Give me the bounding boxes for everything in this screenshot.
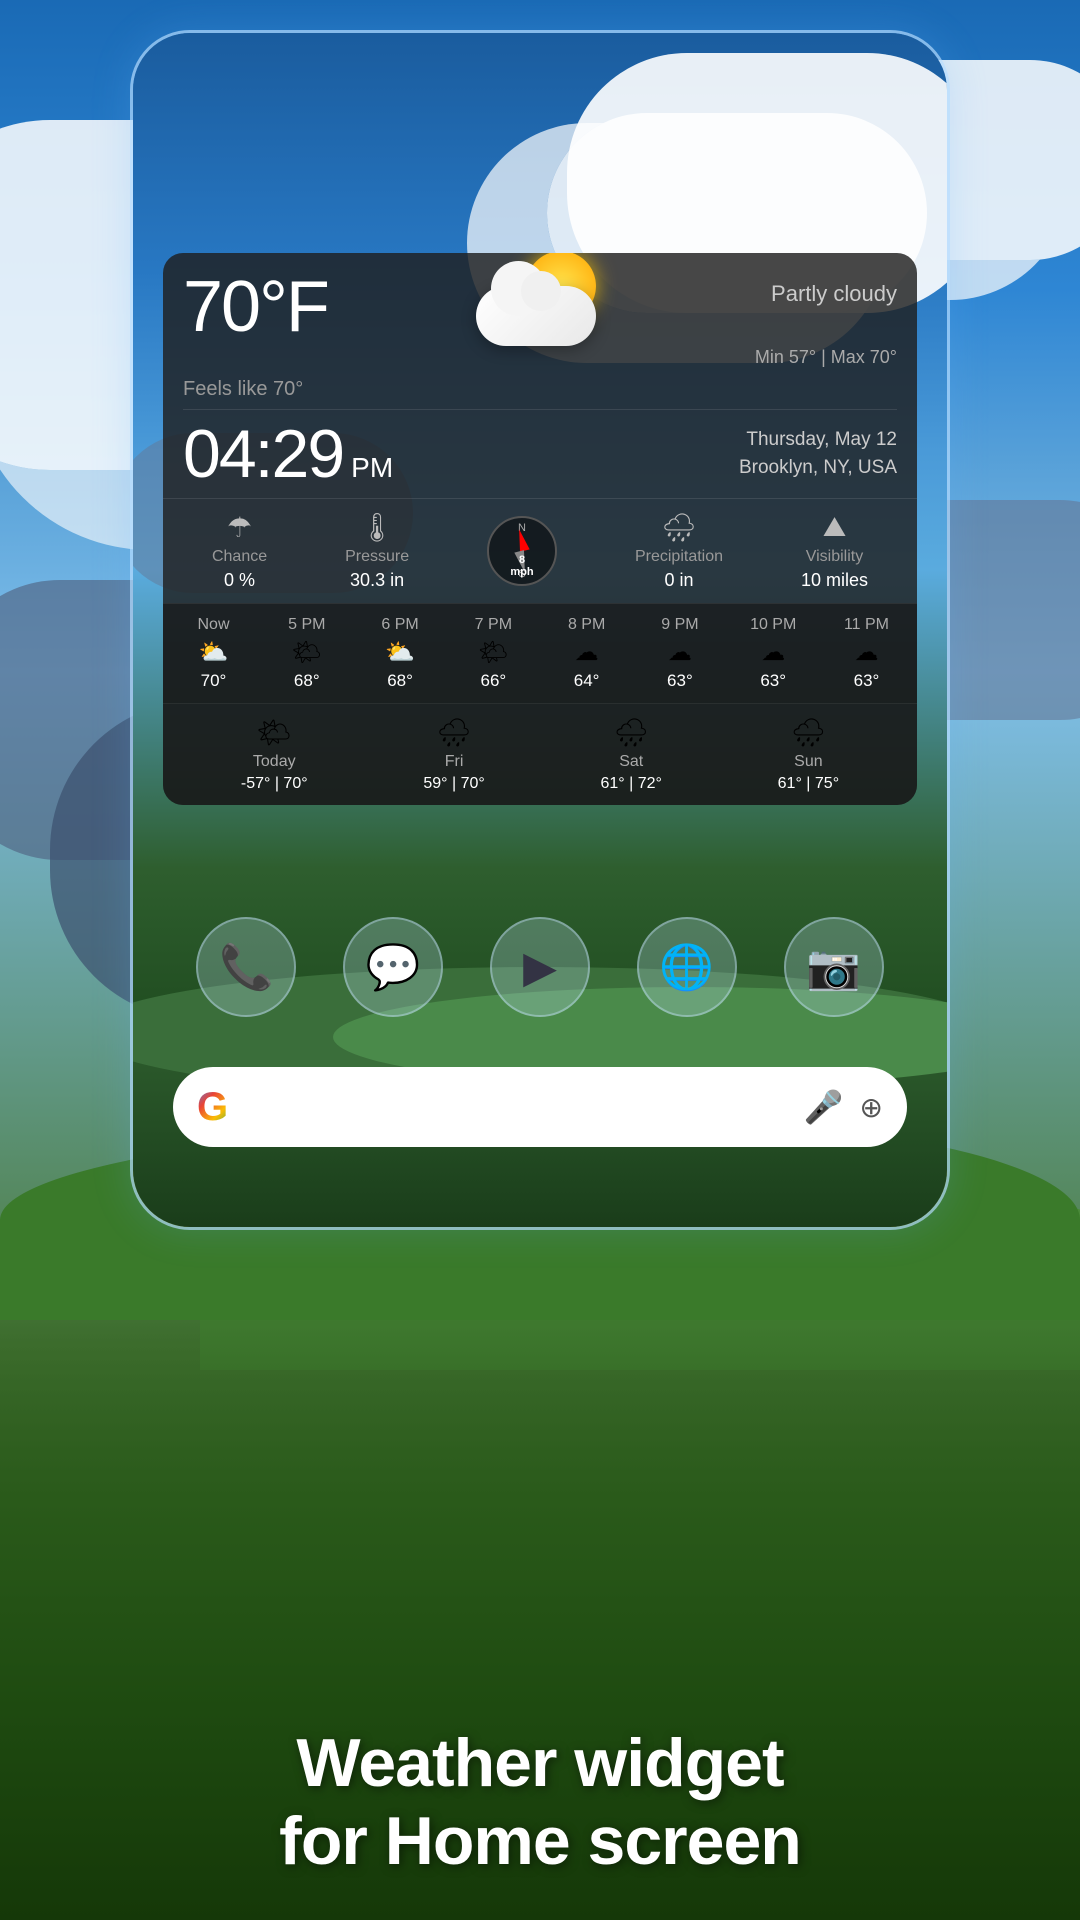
daily-section: 🌤 Today -57° | 70° 🌧 Fri 59° | 70° 🌧 Sat… bbox=[163, 703, 917, 805]
microphone-icon[interactable]: 🎤 bbox=[804, 1088, 844, 1126]
daily-item: 🌧 Fri 59° | 70° bbox=[423, 716, 484, 793]
google-search-bar[interactable]: G 🎤 ⊕ bbox=[173, 1067, 907, 1147]
hourly-item: 10 PM ☁ 63° bbox=[731, 616, 816, 691]
date-text: Thursday, May 12 bbox=[413, 426, 897, 455]
precip-value: 0 in bbox=[664, 570, 693, 591]
weather-widget[interactable]: 70°F Partly cloudy Min 57° | Max 70° Fee… bbox=[163, 253, 917, 805]
google-logo: G bbox=[197, 1085, 228, 1130]
hourly-section: Now ⛅ 70° 5 PM 🌤 68° 6 PM ⛅ 68° 7 PM 🌤 6… bbox=[163, 603, 917, 703]
lens-icon[interactable]: ⊕ bbox=[860, 1091, 883, 1124]
feels-like-text: Feels like 70° bbox=[183, 378, 303, 400]
search-right-icons: 🎤 ⊕ bbox=[804, 1088, 883, 1126]
app-dock: 📞 💬 ▶ 🌐 📷 bbox=[173, 917, 907, 1017]
pressure-value: 30.3 in bbox=[350, 570, 404, 591]
location-info: Thursday, May 12 Brooklyn, NY, USA bbox=[413, 426, 897, 483]
hourly-item: 11 PM ☁ 63° bbox=[824, 616, 909, 691]
bottom-caption: Weather widget for Home screen bbox=[0, 1724, 1080, 1880]
dock-app-phone[interactable]: 📞 bbox=[196, 917, 296, 1017]
hourly-item: Now ⛅ 70° bbox=[171, 616, 256, 691]
chance-icon: ☂ bbox=[227, 511, 252, 544]
daily-row: 🌤 Today -57° | 70° 🌧 Fri 59° | 70° 🌧 Sat… bbox=[183, 716, 897, 793]
phone-screen-content: 70°F Partly cloudy Min 57° | Max 70° Fee… bbox=[133, 33, 947, 1227]
min-max-temp: Min 57° | Max 70° bbox=[755, 347, 897, 368]
dock-app-play-store[interactable]: ▶ bbox=[490, 917, 590, 1017]
time-display: 04:29 PM bbox=[183, 420, 393, 488]
compass-widget: N S 8 mph bbox=[487, 516, 557, 586]
dock-app-camera[interactable]: 📷 bbox=[784, 917, 884, 1017]
location-text: Brooklyn, NY, USA bbox=[413, 454, 897, 483]
needle-north bbox=[514, 528, 529, 552]
wind-speed-compass: 8 mph bbox=[510, 554, 533, 578]
stats-row: ☂ Chance 0 % 🌡 Pressure 30.3 in N S bbox=[163, 498, 917, 603]
stat-wind: N S 8 mph bbox=[487, 516, 557, 586]
daily-item: 🌧 Sun 61° | 75° bbox=[778, 716, 839, 793]
feels-like-row: Feels like 70° bbox=[163, 378, 917, 409]
stat-chance: ☂ Chance 0 % bbox=[212, 511, 267, 591]
time-text: 04:29 bbox=[183, 420, 343, 488]
hourly-row: Now ⛅ 70° 5 PM 🌤 68° 6 PM ⛅ 68° 7 PM 🌤 6… bbox=[171, 616, 909, 691]
daily-item: 🌧 Sat 61° | 72° bbox=[601, 716, 662, 793]
condition-text: Partly cloudy bbox=[755, 281, 897, 307]
main-temperature: 70°F bbox=[183, 271, 328, 343]
chance-label: Chance bbox=[212, 548, 267, 566]
pressure-label: Pressure bbox=[345, 548, 409, 566]
weather-condition-block: Partly cloudy Min 57° | Max 70° bbox=[755, 271, 897, 368]
stat-pressure: 🌡 Pressure 30.3 in bbox=[345, 511, 409, 591]
caption-line2: for Home screen bbox=[0, 1802, 1080, 1880]
visibility-value: 10 miles bbox=[801, 570, 868, 591]
stat-visibility: ⛰ Visibility 10 miles bbox=[801, 511, 868, 591]
visibility-label: Visibility bbox=[806, 548, 864, 566]
weather-icon-container bbox=[338, 253, 745, 351]
hourly-item: 9 PM ☁ 63° bbox=[637, 616, 722, 691]
precip-label: Precipitation bbox=[635, 548, 723, 566]
precip-icon: 🌧 bbox=[661, 511, 697, 544]
hourly-item: 6 PM ⛅ 68° bbox=[358, 616, 443, 691]
time-location-row: 04:29 PM Thursday, May 12 Brooklyn, NY, … bbox=[163, 410, 917, 498]
partly-cloudy-icon bbox=[476, 253, 606, 351]
phone-frame: 70°F Partly cloudy Min 57° | Max 70° Fee… bbox=[130, 30, 950, 1230]
time-ampm: PM bbox=[351, 452, 393, 484]
dock-app-chrome[interactable]: 🌐 bbox=[637, 917, 737, 1017]
hourly-item: 8 PM ☁ 64° bbox=[544, 616, 629, 691]
cloud-icon bbox=[476, 286, 596, 346]
stat-precipitation: 🌧 Precipitation 0 in bbox=[635, 511, 723, 591]
dock-app-messages[interactable]: 💬 bbox=[343, 917, 443, 1017]
hourly-item: 7 PM 🌤 66° bbox=[451, 616, 536, 691]
caption-line1: Weather widget bbox=[0, 1724, 1080, 1802]
visibility-icon: ⛰ bbox=[823, 511, 847, 544]
daily-item: 🌤 Today -57° | 70° bbox=[241, 716, 308, 793]
pressure-icon: 🌡 bbox=[359, 511, 395, 544]
chance-value: 0 % bbox=[224, 570, 255, 591]
hourly-item: 5 PM 🌤 68° bbox=[264, 616, 349, 691]
weather-top-row: 70°F Partly cloudy Min 57° | Max 70° bbox=[163, 253, 917, 378]
